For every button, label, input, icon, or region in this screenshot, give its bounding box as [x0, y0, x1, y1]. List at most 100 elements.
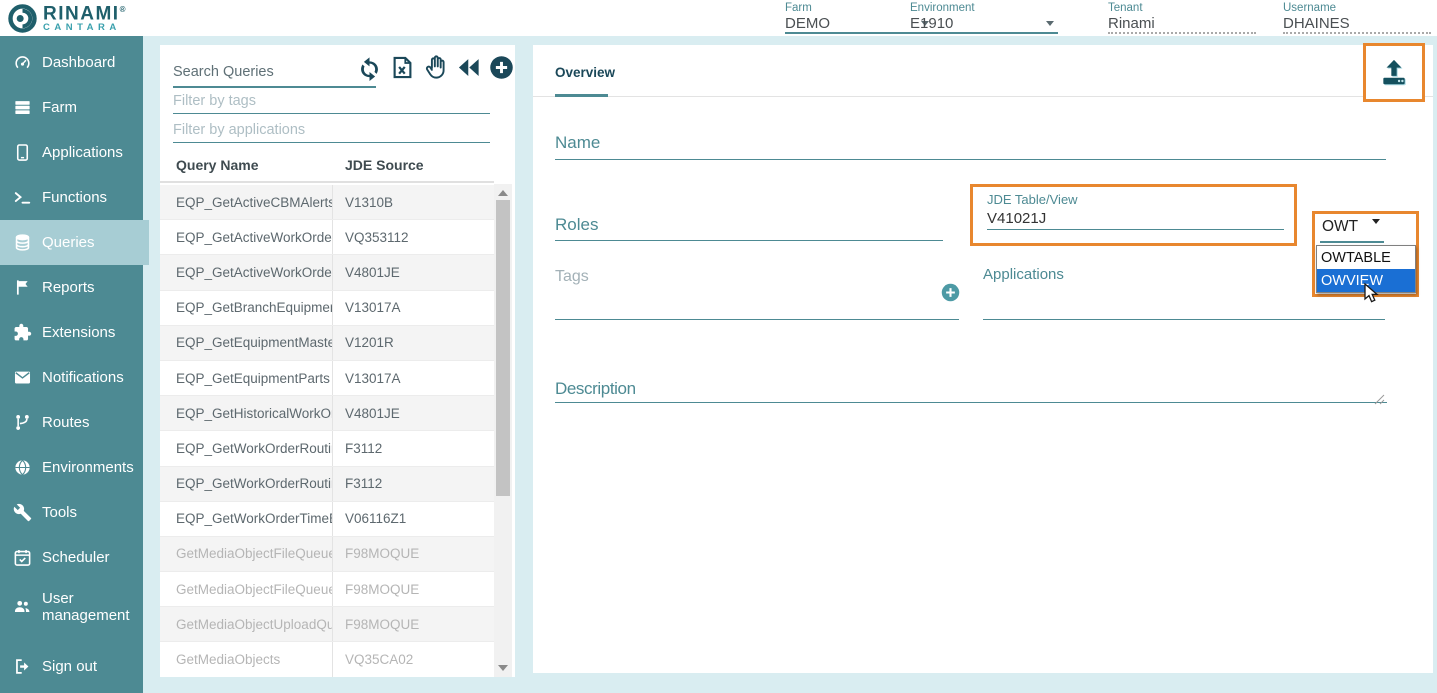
- app-root: RINAMI® CANTARA Farm DEMO Environment E1…: [0, 0, 1437, 693]
- resize-grip-icon[interactable]: [1374, 392, 1385, 410]
- user-management-icon: [13, 597, 32, 616]
- query-toolbar: [356, 54, 515, 81]
- sidebar-item-functions[interactable]: Functions: [0, 175, 143, 220]
- sidebar-item-routes[interactable]: Routes: [0, 400, 143, 445]
- username-value: DHAINES: [1283, 15, 1350, 32]
- sidebar-item-user-management[interactable]: User management: [0, 580, 143, 633]
- jde-table-view-label: JDE Table/View: [987, 192, 1280, 207]
- roles-input[interactable]: [555, 240, 943, 241]
- name-input[interactable]: [555, 159, 1386, 160]
- scroll-down-icon[interactable]: [498, 665, 508, 671]
- export-excel-button[interactable]: [389, 54, 416, 81]
- search-placeholder: Search Queries: [173, 64, 274, 80]
- jde-input-underline: [987, 229, 1284, 230]
- add-tag-button[interactable]: [940, 282, 961, 303]
- EQP_GetActiveWorkOrder[interactable]: EQP_GetActiveWorkOrder VQ353112: [160, 220, 494, 255]
- tools-icon: [13, 503, 32, 522]
- tags-input[interactable]: Tags: [555, 268, 589, 286]
- plus-circle-icon: [940, 282, 961, 303]
- scrollbar-thumb[interactable]: [496, 200, 510, 496]
- search-input[interactable]: Search Queries: [173, 57, 376, 88]
- extensions-icon: [13, 323, 32, 342]
- pan-button[interactable]: [422, 54, 449, 81]
- applications-field-label: Applications: [983, 266, 1064, 283]
- sidebar-item-reports[interactable]: Reports: [0, 265, 143, 310]
- tenant-value: Rinami: [1108, 15, 1155, 32]
- reports-icon: [13, 278, 32, 297]
- environments-icon: [13, 458, 32, 477]
- notifications-icon: [13, 368, 32, 387]
- applications-input[interactable]: [983, 319, 1385, 320]
- excel-icon: [389, 54, 416, 81]
- filter-by-applications-input[interactable]: Filter by applications: [173, 122, 490, 143]
- tenant-label: Tenant: [1108, 2, 1256, 14]
- sidebar-item-sign-out[interactable]: Sign out: [0, 644, 143, 689]
- refresh-icon: [356, 54, 383, 81]
- GetMediaObjectFileQueue[interactable]: GetMediaObjectFileQueue F98MOQUE: [160, 572, 494, 607]
- environment-select[interactable]: Environment E1910: [910, 2, 1058, 34]
- GetMediaObjects[interactable]: GetMediaObjects VQ35CA02: [160, 642, 494, 677]
- sidebar-nav: Dashboard Farm Applications Functions Qu…: [0, 36, 143, 693]
- tab-bar: Overview: [533, 45, 1433, 97]
- query-list-panel: Search Queries Filter by tags Filter by …: [160, 45, 515, 677]
- sidebar-item-scheduler[interactable]: Scheduler: [0, 535, 143, 580]
- sidebar-item-dashboard[interactable]: Dashboard: [0, 40, 143, 85]
- GetMediaObjectFileQueue[interactable]: GetMediaObjectFileQueue F98MOQUE: [160, 537, 494, 572]
- sidebar-item-environments[interactable]: Environments: [0, 445, 143, 490]
- query-table-rows: EQP_GetActiveCBMAlerts V1310B EQP_GetAct…: [160, 185, 494, 677]
- sidebar-item-applications[interactable]: Applications: [0, 130, 143, 175]
- sidebar-item-tools[interactable]: Tools: [0, 490, 143, 535]
- plus-circle-icon: [488, 54, 515, 81]
- EQP_GetBranchEquipment[interactable]: EQP_GetBranchEquipment V13017A: [160, 291, 494, 326]
- EQP_GetEquipmentMaster[interactable]: EQP_GetEquipmentMaster V1201R: [160, 326, 494, 361]
- add-query-button[interactable]: [488, 54, 515, 81]
- sidebar-item-queries[interactable]: Queries: [0, 220, 149, 265]
- scrollbar[interactable]: [494, 184, 512, 677]
- GetMediaObjectUploadQu[interactable]: GetMediaObjectUploadQu F98MOQUE: [160, 607, 494, 642]
- farm-value: DEMO: [785, 15, 830, 32]
- farm-icon: [13, 98, 32, 117]
- EQP_GetWorkOrderRouting[interactable]: EQP_GetWorkOrderRouting F3112: [160, 431, 494, 466]
- sidebar-item-extensions[interactable]: Extensions: [0, 310, 143, 355]
- applications-icon: [13, 143, 32, 162]
- EQP_GetWorkOrderRouting[interactable]: EQP_GetWorkOrderRouting F3112: [160, 467, 494, 502]
- EQP_GetHistoricalWorkOrd[interactable]: EQP_GetHistoricalWorkOrd V4801JE: [160, 396, 494, 431]
- logo-line1: RINAMI: [43, 3, 120, 24]
- jde-annotation-box: JDE Table/View V41021J: [970, 184, 1297, 246]
- EQP_GetActiveCBMAlerts[interactable]: EQP_GetActiveCBMAlerts V1310B: [160, 185, 494, 220]
- sidebar-item-notifications[interactable]: Notifications: [0, 355, 143, 400]
- routes-icon: [13, 413, 32, 432]
- filter-tags-placeholder: Filter by tags: [173, 93, 256, 109]
- sidebar-item-farm[interactable]: Farm: [0, 85, 143, 130]
- description-textarea[interactable]: [555, 402, 1387, 403]
- dashboard-icon: [13, 53, 32, 72]
- username-field[interactable]: Username DHAINES: [1283, 2, 1431, 34]
- rinami-cantara-logo: RINAMI® CANTARA: [7, 2, 127, 34]
- description-field-label: Description: [555, 379, 636, 399]
- upload-annotation-box: [1363, 43, 1425, 102]
- column-header-query-name: Query Name: [160, 157, 333, 173]
- scroll-up-icon[interactable]: [498, 190, 508, 196]
- EQP_GetWorkOrderTimeEn[interactable]: EQP_GetWorkOrderTimeEn V06116Z1: [160, 502, 494, 537]
- column-header-jde-source: JDE Source: [333, 157, 424, 173]
- hand-icon: [422, 54, 449, 81]
- filter-by-tags-input[interactable]: Filter by tags: [173, 93, 490, 114]
- refresh-button[interactable]: [356, 54, 383, 81]
- name-field-label: Name: [555, 133, 600, 153]
- upload-icon[interactable]: [1378, 57, 1410, 89]
- top-header: RINAMI® CANTARA Farm DEMO Environment E1…: [0, 0, 1437, 36]
- tags-input-underline: [555, 319, 959, 320]
- tab-overview[interactable]: Overview: [555, 65, 615, 80]
- EQP_GetActiveWorkOrder[interactable]: EQP_GetActiveWorkOrder V4801JE: [160, 255, 494, 290]
- owt-option-owtable[interactable]: OWTABLE: [1317, 246, 1415, 269]
- username-label: Username: [1283, 2, 1431, 14]
- jde-table-view-value[interactable]: V41021J: [987, 210, 1280, 227]
- collapse-button[interactable]: [455, 54, 482, 81]
- queries-icon: [13, 233, 32, 252]
- tenant-field[interactable]: Tenant Rinami: [1108, 2, 1256, 34]
- logo-text: RINAMI® CANTARA: [43, 2, 127, 34]
- query-detail-panel: Overview Name Roles JDE Table/View V4102…: [533, 45, 1433, 673]
- EQP_GetEquipmentParts[interactable]: EQP_GetEquipmentParts V13017A: [160, 361, 494, 396]
- active-tab-underline: [555, 94, 608, 97]
- registered-mark: ®: [120, 5, 127, 14]
